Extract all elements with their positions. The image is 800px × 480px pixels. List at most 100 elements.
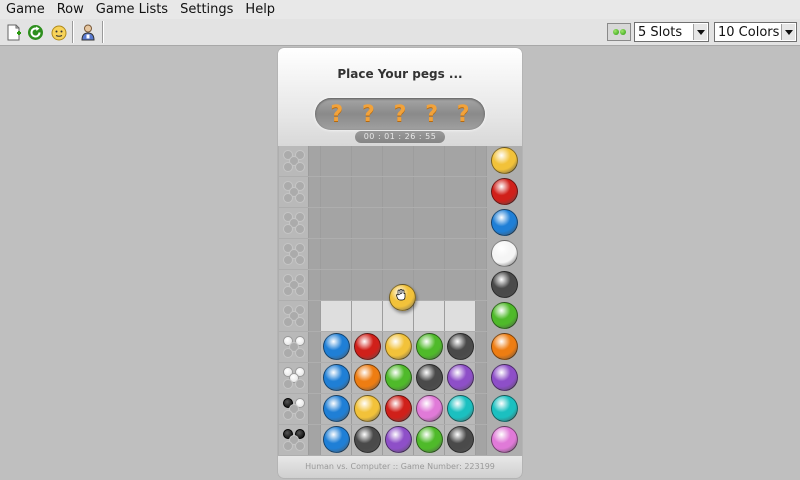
info-icon[interactable] — [77, 22, 98, 43]
menu-game[interactable]: Game — [0, 0, 51, 19]
board-row — [278, 208, 522, 239]
guess-slot — [414, 208, 445, 238]
smiley-icon[interactable] — [48, 22, 69, 43]
toolbar-separator — [102, 21, 104, 43]
guess-peg — [323, 364, 350, 391]
hint-peg-empty — [295, 348, 305, 358]
new-game-icon[interactable] — [3, 22, 24, 43]
hint-peg-empty — [295, 255, 305, 265]
palette-peg[interactable] — [491, 147, 518, 174]
guess-slot — [352, 394, 383, 424]
palette-peg[interactable] — [491, 364, 518, 391]
palette-peg[interactable] — [491, 271, 518, 298]
hint-box — [279, 363, 309, 393]
hint-box — [279, 301, 309, 331]
guess-peg — [385, 395, 412, 422]
guess-slot — [383, 239, 414, 269]
hint-peg-empty — [295, 286, 305, 296]
guess-peg — [385, 364, 412, 391]
toolbar-separator — [72, 21, 74, 43]
hint-peg-empty — [283, 193, 293, 203]
guess-slot — [352, 270, 383, 300]
row-spacer — [309, 177, 321, 207]
hint-box — [279, 146, 309, 176]
palette-peg[interactable] — [491, 302, 518, 329]
palette-peg[interactable] — [491, 178, 518, 205]
secret-code: ? ? ? ? ? — [315, 98, 485, 130]
game-info-footer: Human vs. Computer :: Game Number: 22319… — [278, 456, 522, 478]
guess-peg — [354, 426, 381, 453]
guess-slot — [414, 363, 445, 393]
guess-peg — [354, 364, 381, 391]
guess-slot — [321, 177, 352, 207]
guess-slot — [383, 208, 414, 238]
guess-slot[interactable] — [414, 301, 445, 331]
guess-peg — [385, 426, 412, 453]
guess-slot — [445, 177, 476, 207]
chevron-down-icon[interactable] — [781, 24, 795, 40]
row-spacer — [309, 270, 321, 300]
secret-slot: ? — [362, 101, 375, 127]
hint-box — [279, 394, 309, 424]
slots-select[interactable]: 5 Slots — [634, 22, 709, 42]
slots-select-value: 5 Slots — [638, 24, 683, 40]
guess-slot — [352, 177, 383, 207]
hint-box — [279, 270, 309, 300]
guess-peg — [416, 364, 443, 391]
menu-help[interactable]: Help — [239, 0, 281, 19]
guess-peg — [447, 426, 474, 453]
row-spacer — [476, 239, 487, 269]
palette-peg[interactable] — [491, 240, 518, 267]
guess-slot — [445, 146, 476, 176]
menu-row[interactable]: Row — [51, 0, 90, 19]
row-spacer — [309, 239, 321, 269]
row-spacer — [309, 301, 321, 331]
palette-peg[interactable] — [491, 209, 518, 236]
guess-slot — [352, 425, 383, 455]
menu-game-lists[interactable]: Game Lists — [90, 0, 174, 19]
game-board: Place Your pegs ... ? ? ? ? ? 00 : 01 : … — [278, 48, 522, 478]
guess-slot — [352, 146, 383, 176]
refresh-icon[interactable] — [25, 22, 46, 43]
guess-slot — [321, 208, 352, 238]
row-spacer — [476, 363, 487, 393]
hint-box — [279, 425, 309, 455]
guess-peg — [447, 333, 474, 360]
row-spacer — [476, 332, 487, 362]
guess-peg — [354, 395, 381, 422]
palette-peg[interactable] — [491, 395, 518, 422]
hint-peg-empty — [295, 410, 305, 420]
hint-peg-empty — [283, 162, 293, 172]
status-message: Place Your pegs ... — [337, 67, 463, 81]
guess-peg — [354, 333, 381, 360]
guess-slot[interactable] — [321, 301, 352, 331]
secret-slot: ? — [425, 101, 438, 127]
row-spacer — [476, 394, 487, 424]
guess-peg — [323, 426, 350, 453]
row-spacer — [476, 146, 487, 176]
row-spacer — [476, 177, 487, 207]
guess-peg — [323, 395, 350, 422]
guess-slot — [383, 177, 414, 207]
palette-peg[interactable] — [491, 333, 518, 360]
guess-slot — [414, 332, 445, 362]
guess-peg — [447, 395, 474, 422]
colors-select[interactable]: 10 Colors — [714, 22, 797, 42]
chevron-down-icon[interactable] — [693, 24, 707, 40]
guess-peg — [385, 333, 412, 360]
palette-peg[interactable] — [491, 426, 518, 453]
guess-slot — [414, 270, 445, 300]
guess-slot[interactable] — [445, 301, 476, 331]
row-spacer — [309, 363, 321, 393]
guess-slot — [445, 394, 476, 424]
guess-slot — [445, 363, 476, 393]
secret-slot: ? — [393, 101, 407, 127]
guess-slot[interactable] — [352, 301, 383, 331]
menu-settings[interactable]: Settings — [174, 0, 239, 19]
guess-slot — [414, 394, 445, 424]
guess-slot — [383, 363, 414, 393]
guess-slot — [445, 425, 476, 455]
row-spacer — [476, 301, 487, 331]
hint-peg-empty — [283, 286, 293, 296]
secret-slot: ? — [456, 101, 470, 127]
